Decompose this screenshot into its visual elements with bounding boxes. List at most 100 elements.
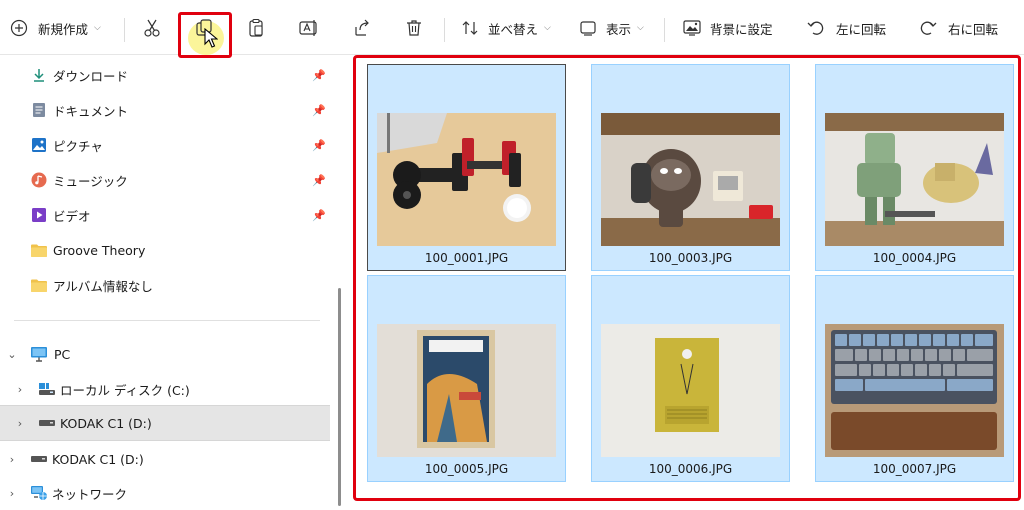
video-icon <box>30 206 48 224</box>
nav-item-label: ローカル ディスク (C:) <box>60 382 190 398</box>
nav-item-documents[interactable]: ドキュメント 📌 <box>0 93 330 127</box>
delete-button[interactable] <box>404 14 424 42</box>
nav-item-label: KODAK C1 (D:) <box>60 415 152 431</box>
file-name: 100_0003.JPG <box>648 251 733 265</box>
set-background-label: 背景に設定 <box>710 21 773 37</box>
nav-item-label: ピクチャ <box>53 138 103 154</box>
file-name: 100_0004.JPG <box>872 251 957 265</box>
nav-divider <box>14 320 320 321</box>
rotate-right-icon <box>918 18 938 38</box>
toolbar-separator <box>444 18 445 42</box>
nav-item-label: アルバム情報なし <box>53 278 153 294</box>
nav-item-label: ビデオ <box>53 208 91 224</box>
navigation-pane: ダウンロード 📌 ドキュメント 📌 ピクチャ 📌 ミュージック 📌 ビデオ 📌 <box>0 55 341 506</box>
sort-button[interactable]: 並べ替え ⌵ <box>460 14 551 42</box>
chevron-right-icon[interactable]: › <box>6 487 18 500</box>
chevron-right-icon[interactable]: › <box>14 417 26 430</box>
photo-thumbnail-poster <box>377 324 556 457</box>
new-button-label: 新規作成 <box>38 21 89 37</box>
command-bar: 新規作成 ⌵ 並べ替え ⌵ 表示 ⌵ 背景に設定 左に回転 右に回転 <box>0 0 1024 58</box>
computer-icon <box>30 345 48 363</box>
view-button[interactable]: 表示 ⌵ <box>578 14 644 42</box>
chevron-right-icon[interactable]: › <box>14 383 26 396</box>
nav-item-pictures[interactable]: ピクチャ 📌 <box>0 128 330 162</box>
set-background-button[interactable]: 背景に設定 <box>682 14 773 42</box>
file-tile[interactable]: 100_0001.JPG <box>367 64 566 271</box>
nav-item-label: ネットワーク <box>52 486 128 502</box>
pictures-icon <box>30 136 48 154</box>
share-button[interactable] <box>352 14 372 42</box>
view-icon <box>578 18 598 38</box>
file-name: 100_0007.JPG <box>872 462 957 476</box>
nav-item-music[interactable]: ミュージック 📌 <box>0 163 330 197</box>
cut-button[interactable] <box>142 14 162 42</box>
new-button[interactable]: 新規作成 ⌵ <box>10 14 101 42</box>
chevron-down-icon: ⌵ <box>637 23 644 33</box>
copy-button[interactable] <box>194 14 218 48</box>
removable-drive-icon <box>38 414 56 432</box>
sidebar-scrollbar[interactable] <box>338 288 341 506</box>
pin-icon[interactable]: 📌 <box>312 174 326 187</box>
photo-thumbnail-robot-figures <box>825 113 1004 246</box>
nav-item-local-disk-c[interactable]: › ローカル ディスク (C:) <box>0 372 330 406</box>
nav-item-pc[interactable]: ⌄ PC <box>0 337 330 371</box>
toolbar-separator <box>664 18 665 42</box>
file-name: 100_0006.JPG <box>648 462 733 476</box>
nav-item-kodak-c1-d-selected[interactable]: › KODAK C1 (D:) <box>0 405 330 441</box>
rename-button[interactable] <box>298 14 320 42</box>
plus-circle-icon <box>10 19 28 37</box>
music-icon <box>30 171 48 189</box>
nav-item-label: ミュージック <box>53 173 128 189</box>
nav-item-label: KODAK C1 (D:) <box>52 451 144 467</box>
nav-item-network[interactable]: › ネットワーク <box>0 476 330 510</box>
photo-thumbnail-dumbbells <box>377 113 556 246</box>
rename-icon <box>298 18 320 38</box>
file-tile[interactable]: 100_0004.JPG <box>815 64 1014 271</box>
folder-icon <box>30 276 48 294</box>
chevron-down-icon: ⌵ <box>94 23 101 33</box>
nav-item-label: Groove Theory <box>53 242 146 258</box>
nav-item-label: PC <box>54 346 71 362</box>
file-tile[interactable]: 100_0005.JPG <box>367 275 566 482</box>
chevron-down-icon[interactable]: ⌄ <box>6 348 18 361</box>
file-tile[interactable]: 100_0007.JPG <box>815 275 1014 482</box>
network-icon <box>30 484 48 502</box>
nav-item-downloads[interactable]: ダウンロード 📌 <box>0 58 330 92</box>
rotate-right-button[interactable]: 右に回転 <box>918 14 998 42</box>
drive-icon <box>38 380 56 398</box>
document-icon <box>30 101 48 119</box>
nav-item-groove-theory[interactable]: Groove Theory <box>0 233 330 267</box>
rotate-right-label: 右に回転 <box>948 21 999 37</box>
chevron-down-icon: ⌵ <box>544 23 551 33</box>
rotate-left-label: 左に回転 <box>836 21 887 37</box>
paste-button[interactable] <box>246 14 266 42</box>
view-button-label: 表示 <box>606 21 632 37</box>
file-name: 100_0001.JPG <box>424 251 509 265</box>
sort-button-label: 並べ替え <box>488 21 539 37</box>
file-tile[interactable]: 100_0006.JPG <box>591 275 790 482</box>
rotate-left-icon <box>806 18 826 38</box>
photo-thumbnail-calendar <box>601 324 780 457</box>
photo-thumbnail-gorilla-figure <box>601 113 780 246</box>
scissors-icon <box>142 18 162 38</box>
removable-drive-icon <box>30 450 48 468</box>
clipboard-icon <box>246 18 266 38</box>
desktop-background-icon <box>682 18 702 38</box>
chevron-right-icon[interactable]: › <box>6 453 18 466</box>
pin-icon[interactable]: 📌 <box>312 104 326 117</box>
pin-icon[interactable]: 📌 <box>312 209 326 222</box>
download-icon <box>30 66 48 84</box>
pin-icon[interactable]: 📌 <box>312 69 326 82</box>
mouse-cursor-icon <box>204 28 218 48</box>
nav-item-label: ダウンロード <box>53 68 129 84</box>
pin-icon[interactable]: 📌 <box>312 139 326 152</box>
nav-item-videos[interactable]: ビデオ 📌 <box>0 198 330 232</box>
nav-item-unknown-album[interactable]: アルバム情報なし <box>0 268 330 302</box>
nav-item-label: ドキュメント <box>53 103 129 119</box>
photo-thumbnail-keyboard <box>825 324 1004 457</box>
file-tile[interactable]: 100_0003.JPG <box>591 64 790 271</box>
trash-icon <box>404 18 424 38</box>
nav-item-kodak-c1-d[interactable]: › KODAK C1 (D:) <box>0 442 330 476</box>
rotate-left-button[interactable]: 左に回転 <box>806 14 886 42</box>
toolbar-separator <box>124 18 125 42</box>
